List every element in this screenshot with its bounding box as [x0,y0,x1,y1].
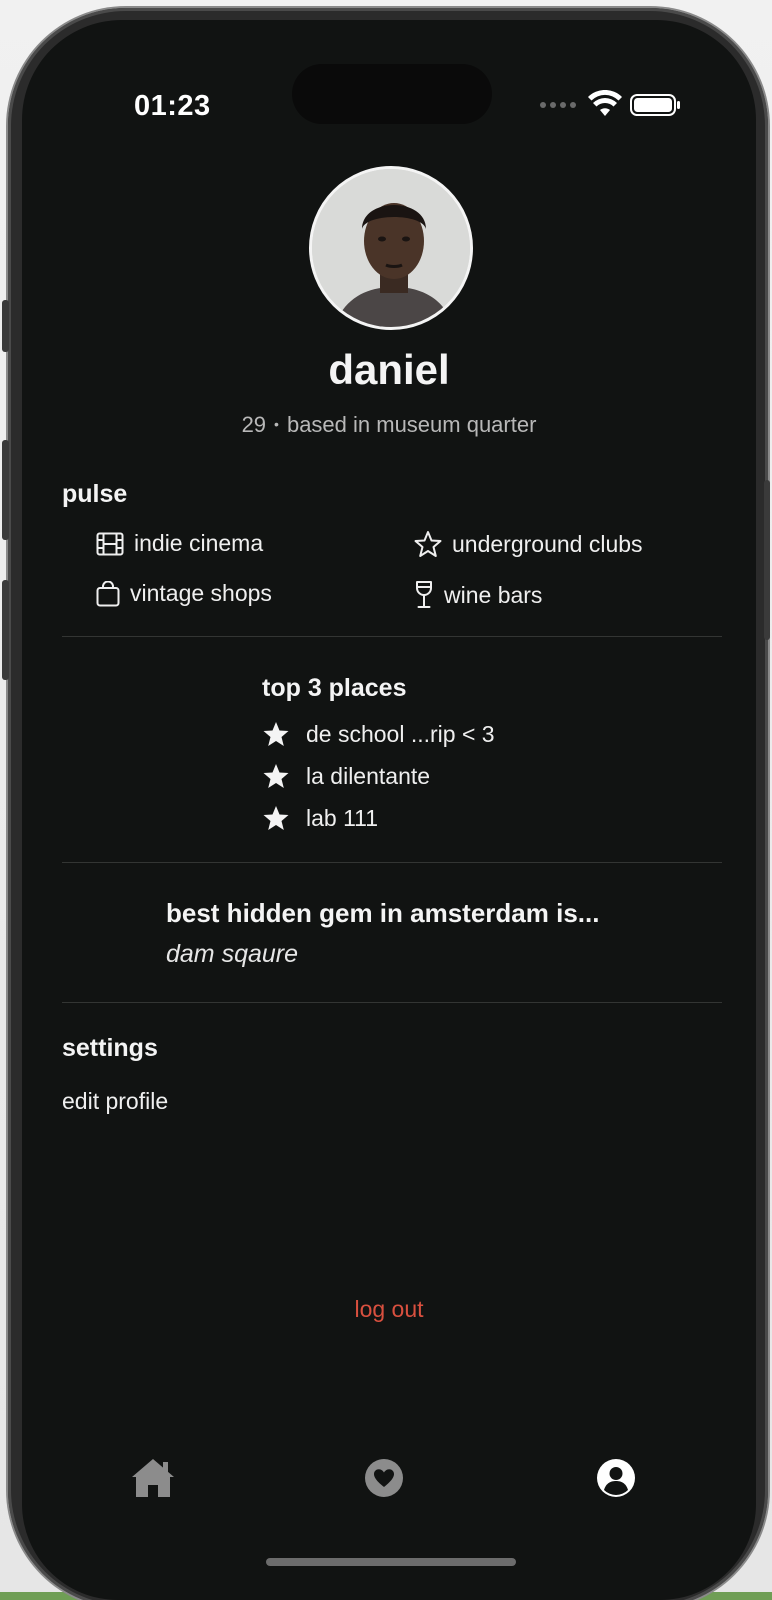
film-icon [96,532,124,555]
place-item: la dilentante [262,762,430,790]
profile-location: based in museum quarter [286,412,537,437]
star-filled-icon [263,806,289,830]
tab-favorites[interactable] [360,1454,408,1502]
volume-down-button [2,580,9,680]
divider [62,636,722,637]
volume-up-button [2,440,9,540]
home-icon [132,1459,174,1497]
pulse-item-label: indie cinema [134,530,264,556]
star-outline-icon [414,531,442,557]
top-places-title: top 3 places [262,674,407,702]
hidden-gem-answer: dam sqaure [166,940,299,968]
tab-profile[interactable] [592,1454,640,1502]
profile-subtitle: 29 • based in museum quarter [22,412,756,438]
status-time: 01:23 [134,90,211,122]
pulse-title: pulse [62,480,128,508]
separator-dot: • [274,416,279,432]
heart-icon [365,1459,403,1497]
wine-glass-icon [416,581,432,608]
power-button [764,480,770,640]
pulse-item-vintage-shops: vintage shops [96,580,272,607]
divider [62,1002,722,1003]
place-item: lab 111 [262,804,378,832]
pulse-item-label: underground clubs [452,530,643,557]
wifi-icon [588,90,622,116]
place-label: lab 111 [306,804,379,831]
edit-profile-link[interactable]: edit profile [62,1088,168,1115]
pulse-item-wine-bars: wine bars [414,580,542,610]
avatar[interactable] [309,166,473,330]
profile-name: daniel [328,346,450,393]
shopping-bag-icon [96,580,120,606]
hidden-gem-question: best hidden gem in amsterdam is... [166,898,600,928]
pulse-item-label: vintage shops [130,580,272,606]
profile-age: 29 [241,412,267,437]
star-filled-icon [263,722,289,746]
app-screen: 01:23 daniel 29 • based in museum quarter … [22,20,756,1600]
pulse-item-indie-cinema: indie cinema [96,530,263,557]
divider [62,862,722,863]
logout-button[interactable]: log out [22,1296,756,1323]
tab-home[interactable] [129,1454,177,1502]
place-label: la dilentante [306,762,431,789]
star-filled-icon [263,764,289,788]
pulse-item-label: wine bars [444,581,543,608]
place-label: de school ...rip < 3 [306,720,495,747]
settings-title: settings [62,1034,158,1062]
signal-dots-icon [540,102,576,108]
mute-switch [2,300,9,352]
pulse-item-underground-clubs: underground clubs [414,530,643,558]
dynamic-island [292,64,492,124]
home-indicator[interactable] [266,1558,516,1566]
place-item: de school ...rip < 3 [262,720,495,748]
avatar-photo [312,169,470,327]
battery-icon [630,94,680,116]
profile-icon [597,1459,635,1497]
